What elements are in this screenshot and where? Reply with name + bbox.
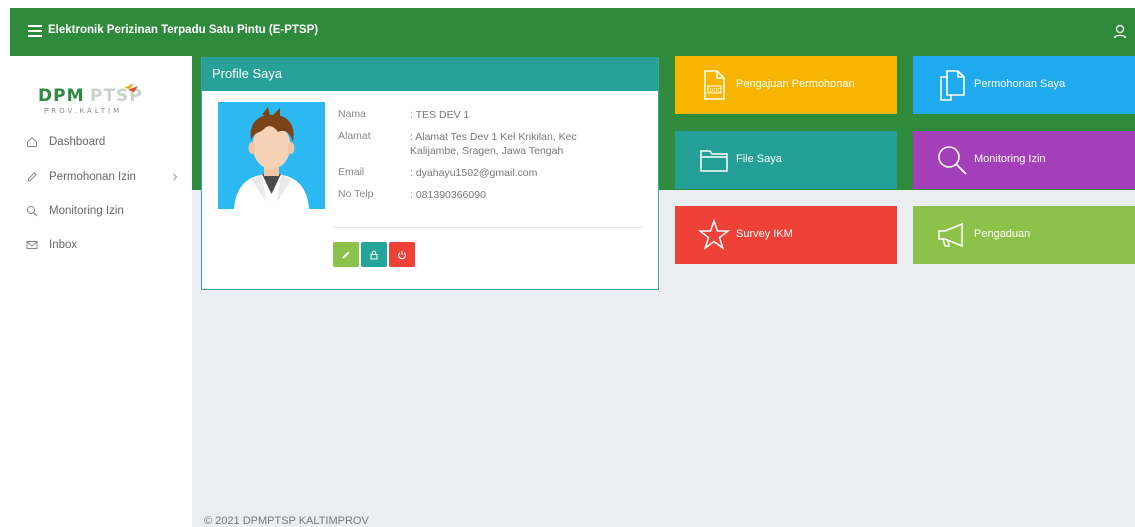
chevron-right-icon xyxy=(173,173,178,181)
hamburger-menu-icon[interactable] xyxy=(28,25,42,37)
pencil-icon xyxy=(27,172,37,182)
row-label: Alamat xyxy=(338,130,371,142)
sidebar-item-label: Permohonan Izin xyxy=(49,171,136,183)
app-title: Elektronik Perizinan Terpadu Satu Pintu … xyxy=(48,24,319,36)
row-label: No Telp xyxy=(338,188,374,200)
tile-monitoring-izin[interactable]: Monitoring Izin xyxy=(913,131,1135,189)
megaphone-icon xyxy=(938,222,963,248)
sidebar: DPM PTSP PROV.KALTIM Dashboard Permohona… xyxy=(10,56,192,527)
sidebar-item-label: Inbox xyxy=(49,239,78,251)
tile-survey-ikm[interactable]: Survey IKM xyxy=(675,206,897,264)
edit-profile-button[interactable] xyxy=(333,242,359,267)
tile-file-saya[interactable]: File Saya xyxy=(675,131,897,189)
dpmptsp-logo[interactable]: DPM PTSP PROV.KALTIM xyxy=(36,80,164,120)
copy-files-icon xyxy=(940,70,965,101)
tile-pengajuan-permohonan[interactable]: DOC Pengajuan Permohonan xyxy=(675,56,897,114)
profile-row-nama: Nama : TES DEV 1 xyxy=(338,108,590,122)
doc-file-icon: DOC xyxy=(704,70,725,100)
change-password-button[interactable] xyxy=(361,242,387,267)
row-value: : TES DEV 1 xyxy=(410,109,470,121)
power-icon xyxy=(398,250,406,259)
tile-label: Monitoring Izin xyxy=(974,153,1046,165)
tile-label: Permohonan Saya xyxy=(974,78,1066,90)
user-icon[interactable] xyxy=(1112,23,1128,39)
svg-text:PROV.KALTIM: PROV.KALTIM xyxy=(44,107,122,115)
profile-row-alamat: Alamat : Alamat Tes Dev 1 Kel Krikilan, … xyxy=(338,130,590,158)
row-label: Nama xyxy=(338,108,367,120)
logout-button[interactable] xyxy=(389,242,415,267)
divider xyxy=(333,227,643,228)
home-icon xyxy=(27,137,37,147)
row-value: : dyahayu1502@gmail.com xyxy=(410,167,538,179)
tile-label: File Saya xyxy=(736,153,782,165)
main-content: Profile Saya Nama : TES DEV 1 Alamat: A… xyxy=(192,56,1135,527)
sidebar-item-label: Dashboard xyxy=(49,136,106,148)
sidebar-item-monitoring-izin[interactable]: Monitoring Izin xyxy=(26,201,186,221)
tile-label: Pengaduan xyxy=(974,228,1031,240)
avatar xyxy=(218,102,325,209)
profile-card: Profile Saya Nama : TES DEV 1 Alamat: A… xyxy=(201,57,659,290)
row-value: : 081390366090 xyxy=(410,189,486,201)
footer-copyright: © 2021 DPMPTSP KALTIMPROV xyxy=(204,515,369,527)
profile-row-no-telp: No Telp : 081390366090 xyxy=(338,188,590,202)
tile-label: Pengajuan Permohonan xyxy=(736,78,855,90)
lock-icon xyxy=(370,250,378,259)
svg-text:DOC: DOC xyxy=(710,88,722,94)
search-icon xyxy=(938,146,967,175)
profile-info: Nama : TES DEV 1 Alamat : Alamat Tes Dev… xyxy=(338,108,590,210)
svg-text:DPM: DPM xyxy=(38,86,85,106)
star-icon xyxy=(697,218,731,250)
sidebar-item-label: Monitoring Izin xyxy=(49,205,124,217)
mail-icon xyxy=(26,241,38,249)
folder-icon xyxy=(700,150,728,172)
profile-card-title: Profile Saya xyxy=(202,57,658,91)
top-navbar: Elektronik Perizinan Terpadu Satu Pintu … xyxy=(10,8,1135,56)
sidebar-item-dashboard[interactable]: Dashboard xyxy=(26,132,186,152)
row-label: Email xyxy=(338,166,365,178)
tile-label: Survey IKM xyxy=(736,228,793,240)
tile-permohonan-saya[interactable]: Permohonan Saya xyxy=(913,56,1135,114)
tile-pengaduan[interactable]: Pengaduan xyxy=(913,206,1135,264)
search-icon xyxy=(26,205,38,217)
pencil-icon xyxy=(342,251,350,258)
row-value: : Alamat Tes Dev 1 Kel Krikilan, Kec Kal… xyxy=(410,131,577,157)
sidebar-item-inbox[interactable]: Inbox xyxy=(26,235,186,255)
sidebar-item-permohonan-izin[interactable]: Permohonan Izin xyxy=(26,167,186,187)
profile-actions xyxy=(333,242,415,267)
profile-row-email: Email : dyahayu1502@gmail.com xyxy=(338,166,590,180)
